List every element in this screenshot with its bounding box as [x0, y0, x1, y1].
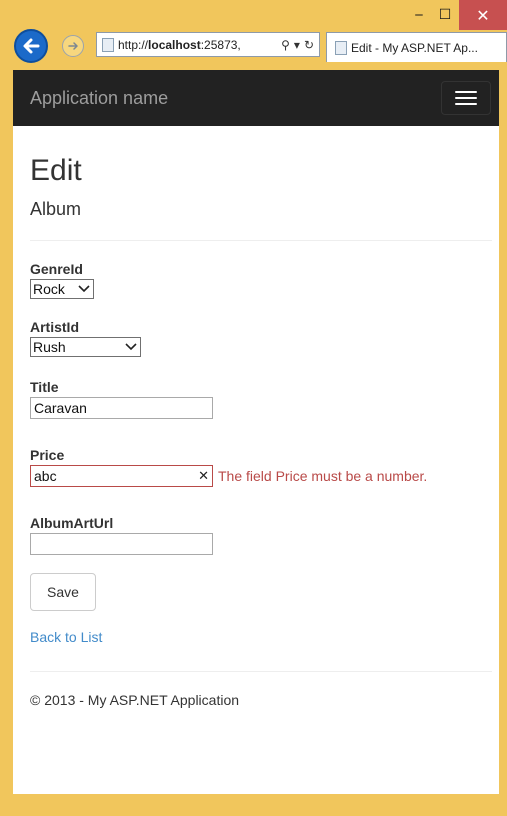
price-group: Price abc ✕ The field Price must be a nu…	[30, 447, 492, 487]
close-window-button[interactable]: ✕	[459, 0, 507, 30]
genre-selected-value: Rock	[33, 281, 65, 297]
title-value: Caravan	[34, 400, 87, 416]
footer-divider	[30, 671, 492, 672]
back-arrow-icon	[23, 38, 40, 54]
chevron-down-icon	[78, 285, 90, 293]
back-button[interactable]	[14, 29, 48, 63]
title-group: Title Caravan	[30, 379, 492, 419]
albumart-label: AlbumArtUrl	[30, 515, 114, 531]
clear-icon[interactable]: ✕	[198, 468, 209, 484]
page-content: Application name Edit Album GenreId Rock…	[13, 70, 499, 794]
price-label: Price	[30, 447, 65, 463]
divider	[30, 240, 492, 241]
forward-arrow-icon	[68, 42, 78, 50]
price-error-message: The field Price must be a number.	[218, 468, 428, 484]
hamburger-icon	[455, 91, 477, 93]
main-container: Edit Album GenreId Rock ArtistId Rush Ti…	[13, 154, 499, 708]
menu-toggle-button[interactable]	[441, 81, 491, 115]
title-label: Title	[30, 379, 59, 395]
refresh-icon[interactable]: ↻	[304, 38, 314, 52]
page-subtitle: Album	[30, 199, 82, 219]
price-value: abc	[34, 468, 57, 484]
albumart-group: AlbumArtUrl	[30, 515, 492, 555]
artist-label: ArtistId	[30, 319, 79, 335]
forward-button[interactable]	[62, 35, 84, 57]
minimize-button[interactable]: ‒	[406, 0, 432, 30]
save-button[interactable]: Save	[30, 573, 96, 611]
artist-group: ArtistId Rush	[30, 319, 492, 357]
chevron-down-icon	[125, 343, 137, 351]
title-input[interactable]: Caravan	[30, 397, 213, 419]
address-url[interactable]: http://localhost:25873,	[118, 38, 281, 52]
albumart-input[interactable]	[30, 533, 213, 555]
back-to-list-link[interactable]: Back to List	[30, 629, 492, 645]
price-input[interactable]: abc ✕	[30, 465, 213, 487]
maximize-button[interactable]: ☐	[432, 0, 458, 30]
address-bar[interactable]: http://localhost:25873, ⚲ ▾ ↻	[96, 32, 320, 57]
artist-selected-value: Rush	[33, 339, 66, 355]
search-icon[interactable]: ⚲	[281, 38, 290, 52]
genre-select[interactable]: Rock	[30, 279, 94, 299]
tab-page-icon	[335, 40, 347, 55]
browser-tab[interactable]: Edit - My ASP.NET Ap...	[326, 32, 507, 62]
page-title: Edit	[30, 154, 82, 187]
artist-select[interactable]: Rush	[30, 337, 141, 357]
genre-label: GenreId	[30, 261, 83, 277]
tab-title: Edit - My ASP.NET Ap...	[351, 40, 478, 55]
address-dropdown-icon[interactable]: ▾	[294, 38, 300, 52]
genre-group: GenreId Rock	[30, 261, 492, 299]
navbar: Application name	[13, 70, 499, 126]
navbar-brand[interactable]: Application name	[30, 88, 168, 109]
page-icon	[102, 37, 114, 52]
footer-text: © 2013 - My ASP.NET Application	[30, 692, 240, 708]
